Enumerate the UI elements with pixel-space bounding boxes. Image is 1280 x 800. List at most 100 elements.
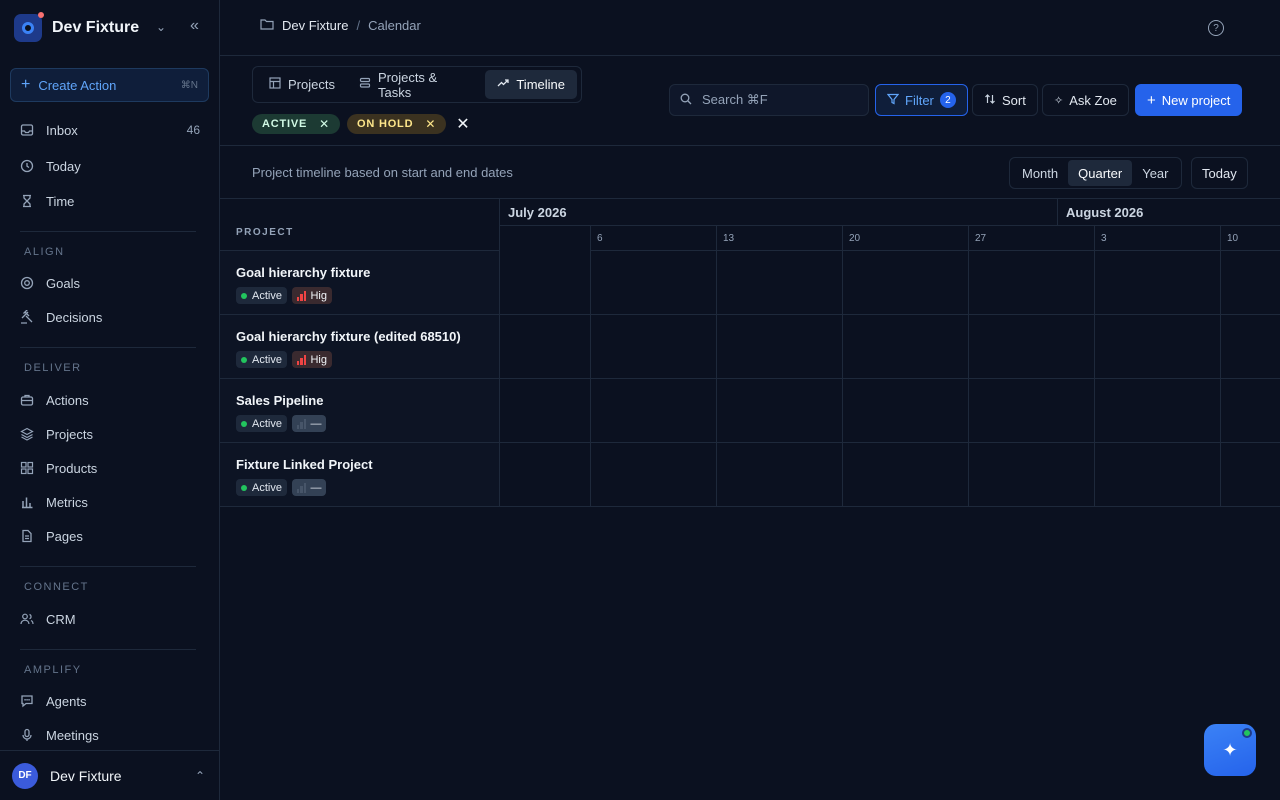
collapse-sidebar-icon[interactable]: « — [190, 17, 199, 35]
status-label: Active — [252, 289, 282, 302]
section-label-deliver: DELIVER — [24, 362, 82, 374]
breadcrumb-current: Calendar — [368, 18, 421, 33]
week-header: 6 — [590, 226, 716, 251]
project-header-label: PROJECT — [236, 227, 294, 238]
today-button[interactable]: Today — [1191, 157, 1248, 189]
chevron-down-icon[interactable]: ⌄ — [156, 20, 166, 34]
priority-badge: — — [291, 415, 327, 432]
section-label-align: ALIGN — [24, 246, 65, 258]
users-icon — [20, 612, 34, 626]
sidebar-item-projects[interactable]: Projects — [20, 420, 200, 448]
document-icon — [20, 529, 34, 543]
section-label-connect: CONNECT — [24, 581, 89, 593]
workspace-switcher[interactable]: Dev Fixture ⌄ « — [14, 12, 210, 44]
sidebar-item-meetings[interactable]: Meetings — [20, 721, 200, 749]
tab-label: Projects — [288, 77, 335, 92]
sidebar-item-metrics[interactable]: Metrics — [20, 488, 200, 516]
tab-projects-and-tasks[interactable]: Projects & Tasks — [347, 70, 485, 100]
sidebar-item-pages[interactable]: Pages — [20, 522, 200, 550]
priority-badge: Hig — [291, 287, 332, 304]
inbox-count: 46 — [186, 123, 200, 137]
filter-label: Filter — [905, 92, 934, 108]
target-icon — [20, 276, 34, 290]
sort-label: Sort — [1002, 92, 1026, 108]
user-menu[interactable]: DF Dev Fixture ⌃ — [0, 750, 219, 800]
week-header: 20 — [842, 226, 968, 251]
user-name: Dev Fixture — [50, 767, 122, 784]
tab-timeline[interactable]: Timeline — [485, 70, 577, 99]
filter-chip-label: ACTIVE — [262, 118, 308, 130]
search-placeholder: Search ⌘F — [702, 92, 768, 107]
range-year[interactable]: Year — [1132, 160, 1178, 186]
new-project-button[interactable]: + New project — [1135, 84, 1243, 116]
project-cell[interactable]: Goal hierarchy fixture (edited 68510) Ac… — [220, 315, 500, 378]
priority-bars-icon — [296, 482, 308, 493]
briefcase-icon — [20, 393, 34, 407]
sidebar-item-agents[interactable]: Agents — [20, 687, 200, 715]
hourglass-icon — [20, 194, 34, 208]
sidebar-item-products[interactable]: Products — [20, 454, 200, 482]
status-badge: Active — [236, 287, 287, 304]
project-cell[interactable]: Goal hierarchy fixture Active Hig — [220, 251, 500, 314]
week-header: 10 — [1220, 226, 1280, 251]
range-month[interactable]: Month — [1012, 160, 1068, 186]
sidebar-item-crm[interactable]: CRM — [20, 605, 200, 633]
status-badge: Active — [236, 351, 287, 368]
clock-icon — [20, 159, 34, 173]
filter-button[interactable]: Filter 2 — [875, 84, 968, 116]
week-header: 13 — [716, 226, 842, 251]
ask-zoe-button[interactable]: ✧ Ask Zoe — [1042, 84, 1129, 116]
remove-filter-icon[interactable]: ✕ — [425, 117, 436, 131]
priority-bars-icon — [296, 418, 308, 429]
divider — [20, 347, 196, 348]
sidebar-item-inbox[interactable]: Inbox 46 — [20, 116, 200, 144]
search-input[interactable]: Search ⌘F — [669, 84, 869, 116]
breadcrumb-root[interactable]: Dev Fixture — [282, 18, 348, 33]
create-action-shortcut: ⌘N — [180, 79, 198, 91]
sidebar-item-label: Actions — [46, 392, 89, 408]
timeline-subtitle: Project timeline based on start and end … — [252, 165, 513, 180]
table-row[interactable]: Sales Pipeline Active — — [220, 379, 1280, 443]
clear-filters-icon[interactable]: ✕ — [456, 114, 469, 134]
range-quarter[interactable]: Quarter — [1068, 160, 1133, 186]
sidebar-item-decisions[interactable]: Decisions — [20, 303, 200, 331]
breadcrumb-separator: / — [356, 18, 361, 33]
filter-chip-on-hold: ON HOLD ✕ — [347, 114, 447, 134]
table-row[interactable]: Fixture Linked Project Active — — [220, 443, 1280, 507]
sidebar-item-label: Metrics — [46, 494, 88, 510]
help-icon[interactable]: ? — [1208, 20, 1224, 36]
project-name: Fixture Linked Project — [236, 457, 373, 472]
view-tabs: Projects Projects & Tasks Timeline — [252, 66, 582, 103]
assistant-button[interactable]: ✦ — [1204, 724, 1256, 776]
status-label: Active — [252, 417, 282, 430]
section-label-amplify: AMPLIFY — [24, 664, 82, 676]
priority-label: Hig — [310, 289, 327, 302]
sidebar-item-goals[interactable]: Goals — [20, 269, 200, 297]
sort-button[interactable]: Sort — [972, 84, 1038, 116]
priority-bars-icon — [296, 290, 308, 301]
create-action-button[interactable]: + Create Action ⌘N — [10, 68, 209, 102]
sidebar-item-label: Projects — [46, 426, 93, 442]
status-label: Active — [252, 481, 282, 494]
divider — [20, 231, 196, 232]
tab-projects[interactable]: Projects — [257, 70, 347, 99]
table-row[interactable]: Goal hierarchy fixture Active Hig — [220, 251, 1280, 315]
breadcrumb: Dev Fixture / Calendar — [260, 18, 421, 33]
sidebar-item-actions[interactable]: Actions — [20, 386, 200, 414]
week-header: 27 — [968, 226, 1094, 251]
layers-icon — [20, 427, 34, 441]
table-row[interactable]: Goal hierarchy fixture (edited 68510) Ac… — [220, 315, 1280, 379]
tab-label: Timeline — [516, 77, 565, 92]
sidebar-item-time[interactable]: Time — [20, 187, 200, 215]
sparkle-icon: ✧ — [1054, 94, 1064, 107]
filter-count-badge: 2 — [939, 92, 956, 108]
active-filters: ACTIVE ✕ ON HOLD ✕ ✕ — [252, 114, 470, 134]
timeline-grid: PROJECT July 2026 August 2026 6 13 20 27… — [220, 199, 1280, 507]
filter-icon — [886, 93, 900, 108]
sidebar-item-today[interactable]: Today — [20, 152, 200, 180]
project-cell[interactable]: Sales Pipeline Active — — [220, 379, 500, 442]
folder-icon — [260, 18, 274, 33]
remove-filter-icon[interactable]: ✕ — [319, 117, 330, 131]
project-cell[interactable]: Fixture Linked Project Active — — [220, 443, 500, 506]
grid-icon — [20, 461, 34, 475]
